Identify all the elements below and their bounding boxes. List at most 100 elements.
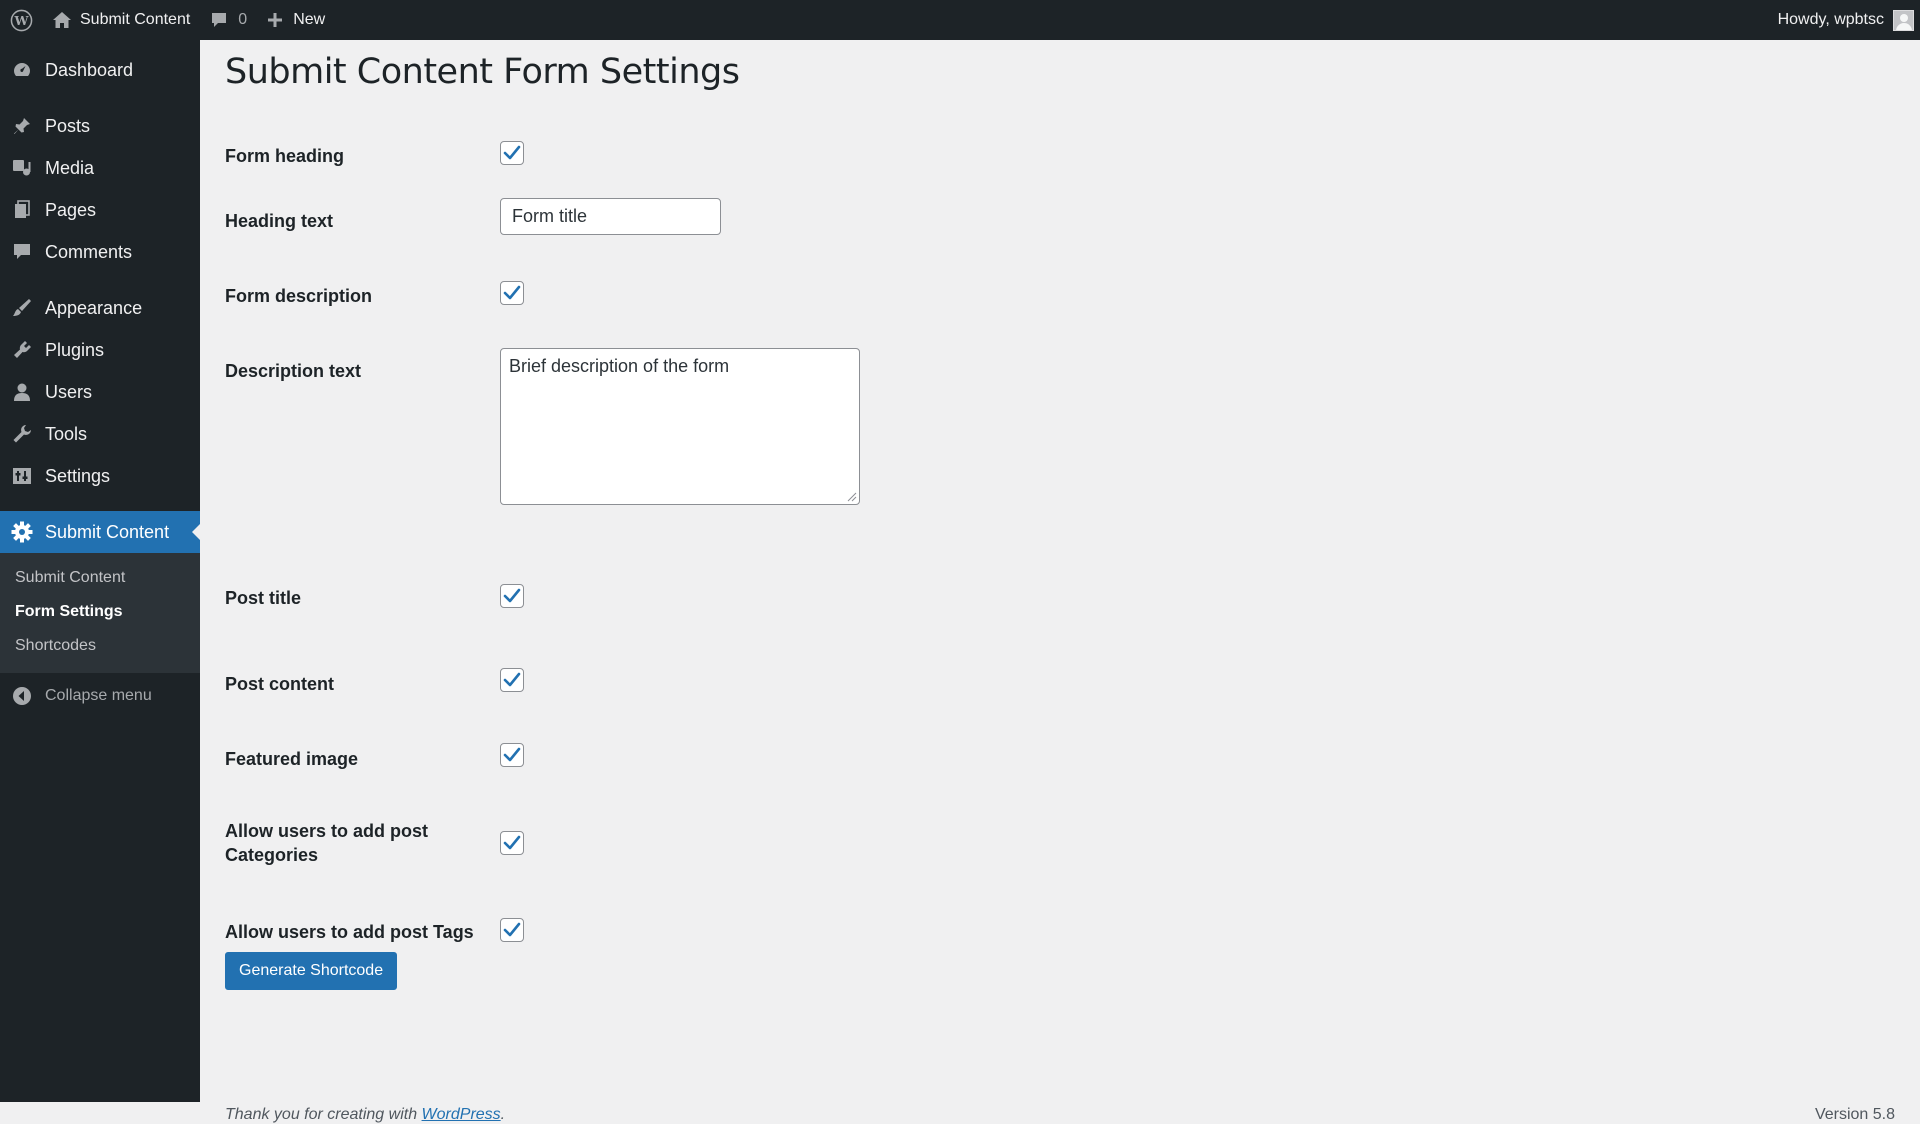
footer-thanks: Thank you for creating with WordPress. (225, 1106, 505, 1124)
form-row-form-heading: Form heading (225, 134, 524, 168)
wordpress-logo-icon[interactable]: W (0, 0, 42, 40)
description-textarea[interactable]: Brief description of the form (500, 348, 860, 505)
menu-item-media[interactable]: Media (0, 147, 200, 189)
pages-icon (11, 199, 33, 221)
field-label: Featured image (225, 749, 359, 769)
generate-shortcode-button[interactable]: Generate Shortcode (225, 952, 398, 990)
menu-label: Media (45, 157, 95, 178)
checkmark-icon (503, 672, 521, 687)
paintbrush-icon (11, 297, 33, 319)
menu-item-posts[interactable]: Posts (0, 105, 200, 147)
form-row-allow-categories: Allow users to add post Categories (225, 819, 524, 867)
post-title-checkbox[interactable] (500, 584, 524, 608)
submenu-item-submit-content[interactable]: Submit Content (0, 561, 200, 595)
footer-thanks-suffix: . (500, 1106, 506, 1123)
form-row-description-text: Description text Brief description of th… (225, 348, 860, 505)
settings-icon (11, 465, 33, 487)
form-row-post-content: Post content (225, 668, 524, 696)
comments-link[interactable]: 0 (200, 0, 257, 40)
home-icon (53, 12, 71, 28)
site-name-link[interactable]: Submit Content (42, 0, 200, 40)
checkmark-icon (503, 747, 521, 762)
avatar (1893, 9, 1914, 31)
checkmark-icon (503, 835, 521, 850)
page-title: Submit Content Form Settings (225, 52, 740, 92)
main-content: Submit Content Form Settings Form headin… (200, 40, 1920, 1123)
wrench-icon (11, 423, 33, 445)
checkmark-icon (503, 285, 521, 300)
comment-icon (11, 241, 33, 263)
admin-menu: Dashboard Posts Media Pages Comments App… (0, 40, 201, 1102)
field-label: Allow users to add post Categories (225, 819, 500, 867)
allow-tags-checkbox[interactable] (500, 918, 524, 942)
menu-item-comments[interactable]: Comments (0, 231, 200, 273)
plus-icon (268, 13, 283, 27)
media-icon (11, 157, 33, 179)
menu-item-submit-content[interactable]: Submit Content (0, 511, 201, 553)
collapse-arrow-icon (11, 685, 33, 707)
comments-count: 0 (238, 11, 248, 28)
menu-item-settings[interactable]: Settings (0, 455, 200, 497)
field-label: Allow users to add post Tags (225, 922, 474, 942)
menu-item-users[interactable]: Users (0, 371, 200, 413)
form-row-form-description: Form description (225, 281, 524, 308)
menu-item-pages[interactable]: Pages (0, 189, 200, 231)
form-row-heading-text: Heading text Form title (225, 198, 721, 235)
description-text-value: Brief description of the form (509, 356, 730, 376)
field-label: Post content (225, 674, 335, 694)
svg-text:W: W (14, 12, 30, 27)
form-row-featured-image: Featured image (225, 743, 524, 771)
resize-grip-icon[interactable] (847, 492, 857, 502)
menu-label: Submit Content (45, 521, 170, 542)
submenu-item-form-settings[interactable]: Form Settings (0, 595, 200, 629)
howdy-greeting: Howdy, wpbtsc (1777, 11, 1884, 28)
plugin-icon (11, 339, 33, 361)
field-label: Form heading (225, 146, 345, 166)
checkmark-icon (503, 922, 521, 937)
menu-item-appearance[interactable]: Appearance (0, 287, 200, 329)
new-content-link[interactable]: New (257, 0, 335, 40)
allow-categories-checkbox[interactable] (500, 831, 524, 855)
footer: Thank you for creating with WordPress. V… (225, 1106, 1895, 1124)
gear-icon (11, 521, 33, 543)
version-text: Version 5.8 (1814, 1106, 1895, 1123)
featured-image-checkbox[interactable] (500, 743, 524, 767)
menu-item-plugins[interactable]: Plugins (0, 329, 200, 371)
menu-label: Dashboard (45, 59, 134, 80)
menu-label: Users (45, 381, 93, 402)
menu-label: Comments (45, 241, 133, 262)
footer-thanks-prefix: Thank you for creating with (225, 1106, 422, 1123)
menu-label: Tools (45, 423, 88, 444)
wordpress-link[interactable]: WordPress (422, 1106, 501, 1123)
comment-bubble-icon (212, 13, 227, 27)
form-heading-checkbox[interactable] (500, 141, 524, 165)
my-account-link[interactable]: Howdy, wpbtsc (1768, 0, 1920, 40)
form-row-post-title: Post title (225, 584, 524, 610)
menu-item-dashboard[interactable]: Dashboard (0, 49, 200, 91)
dashboard-icon (11, 59, 33, 81)
form-row-allow-tags: Allow users to add post Tags (225, 918, 524, 944)
submenu: Submit Content Form Settings Shortcodes (0, 553, 200, 673)
admin-bar: W Submit Content 0 New Howdy, wpbtsc (0, 0, 1920, 40)
new-label: New (293, 11, 326, 28)
field-label: Description text (225, 361, 362, 381)
menu-label: Appearance (45, 297, 143, 318)
field-label-line: Categories (225, 845, 319, 865)
menu-label: Settings (45, 465, 111, 486)
field-label: Post title (225, 588, 302, 608)
menu-item-tools[interactable]: Tools (0, 413, 200, 455)
field-label: Form description (225, 286, 373, 306)
collapse-menu-button[interactable]: Collapse menu (0, 675, 200, 717)
post-content-checkbox[interactable] (500, 668, 524, 692)
menu-label: Pages (45, 199, 97, 220)
checkmark-icon (503, 588, 521, 603)
site-name-label: Submit Content (80, 11, 191, 28)
collapse-menu-label: Collapse menu (45, 687, 152, 704)
field-label-line: Allow users to add post (225, 821, 429, 841)
form-description-checkbox[interactable] (500, 281, 524, 305)
menu-label: Plugins (45, 339, 105, 360)
users-icon (11, 381, 33, 403)
heading-text-input[interactable]: Form title (500, 198, 721, 235)
menu-label: Posts (45, 115, 91, 136)
submenu-item-shortcodes[interactable]: Shortcodes (0, 629, 200, 663)
